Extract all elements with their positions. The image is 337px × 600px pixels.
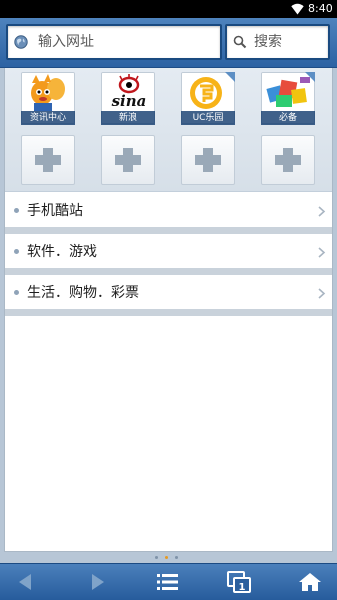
category-label: 手机酷站 bbox=[27, 203, 83, 219]
chevron-right-icon bbox=[318, 288, 326, 299]
tile-label: 新浪 bbox=[101, 111, 155, 125]
forward-arrow-icon[interactable] bbox=[84, 570, 110, 594]
page-indicator bbox=[155, 556, 185, 560]
menu-icon[interactable] bbox=[155, 570, 181, 594]
plus-icon bbox=[195, 148, 221, 172]
add-site-slot[interactable] bbox=[21, 135, 75, 185]
wifi-icon bbox=[291, 3, 304, 15]
plus-icon bbox=[35, 148, 61, 172]
page-dot bbox=[155, 556, 158, 559]
globe-icon bbox=[14, 35, 28, 49]
plus-icon bbox=[115, 148, 141, 172]
plus-icon bbox=[275, 148, 301, 172]
page-dot bbox=[175, 556, 178, 559]
edit-corner-icon bbox=[225, 72, 235, 82]
browser-header: 输入网址 搜索 bbox=[0, 18, 337, 68]
search-placeholder: 搜索 bbox=[254, 34, 282, 50]
add-site-slot[interactable] bbox=[261, 135, 315, 185]
window-count: 1 bbox=[239, 582, 246, 593]
category-label: 生活．购物．彩票 bbox=[27, 285, 139, 301]
status-time: 8:40 bbox=[308, 2, 333, 15]
search-box[interactable]: 搜索 bbox=[225, 24, 330, 60]
add-site-slot[interactable] bbox=[181, 135, 235, 185]
tile-uc-leyuan[interactable]: UC乐园 bbox=[181, 72, 235, 125]
back-arrow-icon[interactable] bbox=[13, 570, 39, 594]
status-bar: 8:40 bbox=[0, 0, 337, 18]
page-dot-active bbox=[165, 556, 168, 559]
row-divider bbox=[5, 227, 332, 234]
bullet-icon bbox=[14, 290, 19, 295]
chevron-right-icon bbox=[318, 206, 326, 217]
address-placeholder: 输入网址 bbox=[38, 34, 94, 50]
tile-label: UC乐园 bbox=[181, 111, 235, 125]
bullet-icon bbox=[14, 208, 19, 213]
row-divider bbox=[5, 268, 332, 275]
home-icon[interactable] bbox=[297, 570, 323, 594]
tile-label: 必备 bbox=[261, 111, 315, 125]
search-icon bbox=[233, 35, 247, 49]
tile-label: 资讯中心 bbox=[21, 111, 75, 125]
tile-news-center[interactable]: 资讯中心 bbox=[21, 72, 75, 125]
quick-access-area: 资讯中心 sina 新浪 UC乐园 必备 bbox=[5, 68, 332, 192]
svg-text:sina: sina bbox=[112, 92, 147, 110]
windows-icon[interactable]: 1 bbox=[226, 570, 252, 594]
bullet-icon bbox=[14, 249, 19, 254]
add-site-slot[interactable] bbox=[101, 135, 155, 185]
category-row-software-games[interactable]: 软件．游戏 bbox=[5, 237, 332, 275]
bottom-toolbar: 1 bbox=[0, 563, 337, 600]
home-panel: 资讯中心 sina 新浪 UC乐园 必备 手机酷站 软件．游戏 生活．购物．彩票 bbox=[4, 68, 333, 552]
edit-corner-icon bbox=[305, 72, 315, 82]
chevron-right-icon bbox=[318, 247, 326, 258]
row-divider bbox=[5, 309, 332, 316]
address-bar[interactable]: 输入网址 bbox=[6, 24, 222, 60]
category-row-life-shopping-lottery[interactable]: 生活．购物．彩票 bbox=[5, 278, 332, 316]
category-row-mobile-sites[interactable]: 手机酷站 bbox=[5, 196, 332, 234]
tile-essentials[interactable]: 必备 bbox=[261, 72, 315, 125]
tile-sina[interactable]: sina 新浪 bbox=[101, 72, 155, 125]
category-label: 软件．游戏 bbox=[27, 244, 97, 260]
